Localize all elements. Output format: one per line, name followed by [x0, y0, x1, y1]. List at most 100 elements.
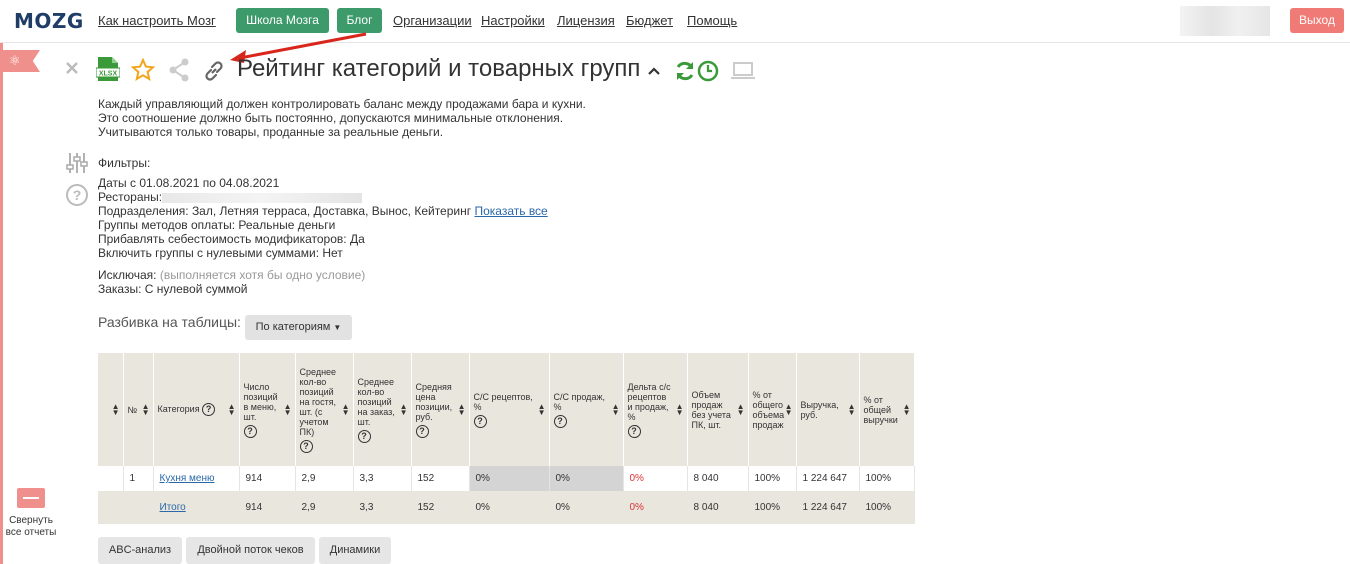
report-table: ▲ ▼ № ▲ ▼ Категория ? ▲ ▼ Число позиций в мен… [98, 353, 915, 524]
col-cost-sales[interactable]: С/С продаж, %? ▲ ▼ [549, 353, 624, 466]
share-icon[interactable] [168, 58, 190, 87]
col-num-label: № [127, 404, 138, 415]
sort-icon[interactable]: ▲ ▼ [903, 402, 911, 416]
top-navbar: MOZG Как настроить Мозг Школа Мозга Блог… [0, 0, 1350, 43]
nav-license[interactable]: Лицензия [557, 13, 615, 28]
col-delta-label: Дельта с/с рецептов и продаж, % [627, 381, 671, 422]
help-icon[interactable]: ? [627, 424, 641, 438]
filter-help-icon[interactable]: ? [65, 183, 89, 212]
nav-how-to-setup[interactable]: Как настроить Мозг [98, 13, 216, 28]
tab-double-flow[interactable]: Двойной поток чеков [186, 537, 315, 564]
tab-abc-analysis[interactable]: ABC-анализ [98, 537, 182, 564]
filter-sliders-icon[interactable] [65, 151, 89, 180]
caret-down-icon: ▼ [333, 323, 342, 332]
xlsx-export-icon[interactable]: XLSX [95, 56, 121, 87]
table-header-row: ▲ ▼ № ▲ ▼ Категория ? ▲ ▼ Число позиций в мен… [98, 353, 915, 466]
tab-dynamics[interactable]: Динамики [319, 537, 391, 564]
help-icon[interactable]: ? [553, 414, 567, 428]
nav-settings[interactable]: Настройки [481, 13, 545, 28]
chevron-up-icon[interactable] [646, 64, 662, 82]
cell-cost-sales: 0% [549, 466, 624, 491]
filter-dates: Даты с 01.08.2021 по 04.08.2021 [98, 176, 280, 190]
svg-text:?: ? [73, 187, 82, 203]
left-accent-line [0, 43, 3, 564]
row-select-cell[interactable] [98, 466, 124, 491]
filters-panel: Фильтры: Даты с 01.08.2021 по 04.08.2021… [98, 156, 548, 296]
total-category: Итого [153, 491, 240, 524]
col-revenue[interactable]: Выручка, руб. ▲ ▼ [796, 353, 860, 466]
nav-help[interactable]: Помощь [687, 13, 737, 28]
screen-icon[interactable] [731, 61, 755, 86]
col-share-revenue[interactable]: % от общей выручки ▲ ▼ [859, 353, 915, 466]
sort-icon[interactable]: ▲ ▼ [737, 402, 745, 416]
collapse-all-label: Свернуть все отчеты [5, 515, 57, 538]
cell-delta: 0% [623, 466, 688, 491]
help-icon[interactable]: ? [243, 424, 257, 438]
star-icon[interactable] [130, 57, 156, 87]
sort-icon[interactable]: ▲ ▼ [228, 402, 236, 416]
close-icon[interactable] [64, 60, 80, 81]
split-dropdown[interactable]: По категориям ▼ [245, 315, 352, 340]
sort-icon[interactable]: ▲ ▼ [676, 402, 684, 416]
col-count-label: Число позиций в меню, шт. [243, 381, 278, 422]
total-delta: 0% [623, 491, 688, 524]
help-icon[interactable]: ? [357, 429, 371, 443]
sort-icon[interactable]: ▲ ▼ [538, 402, 546, 416]
split-label: Разбивка на таблицы: [98, 314, 241, 330]
cell-num: 1 [123, 466, 154, 491]
help-icon[interactable]: ? [415, 424, 429, 438]
report-description: Каждый управляющий должен контролировать… [98, 97, 586, 139]
nav-budget[interactable]: Бюджет [626, 13, 673, 28]
collapse-all-button[interactable] [17, 488, 45, 508]
col-share-volume[interactable]: % от общего объема продаж ▲ ▼ [748, 353, 797, 466]
col-avg-guest-label: Среднее кол-во позиций на гостя, шт. (с … [299, 366, 337, 437]
split-dropdown-value: По категориям [255, 321, 331, 333]
restaurants-blurred-value [162, 192, 363, 203]
col-delta[interactable]: Дельта с/с рецептов и продаж, %? ▲ ▼ [623, 353, 688, 466]
col-avg-guest[interactable]: Среднее кол-во позиций на гостя, шт. (с … [295, 353, 354, 466]
cell-volume: 8 040 [687, 466, 749, 491]
sort-icon[interactable]: ▲ ▼ [458, 402, 466, 416]
reports-flag[interactable]: ⚛ [0, 50, 40, 72]
logout-button[interactable]: Выход [1290, 8, 1344, 33]
refresh-icon[interactable] [673, 59, 697, 88]
col-avg-price[interactable]: Средняя цена позиции, руб.? ▲ ▼ [411, 353, 470, 466]
col-category[interactable]: Категория ? ▲ ▼ [153, 353, 240, 466]
total-link[interactable]: Итого [160, 502, 186, 513]
filter-restaurants: Рестораны: [98, 190, 548, 204]
col-num[interactable]: № ▲ ▼ [123, 353, 154, 466]
cell-cost-recipe: 0% [469, 466, 550, 491]
help-icon[interactable]: ? [202, 403, 216, 416]
show-all-link[interactable]: Показать все [474, 204, 547, 218]
table-row: 1 Кухня меню 914 2,9 3,3 152 0% 0% 0% 8 … [98, 466, 915, 491]
total-revenue: 1 224 647 [796, 491, 860, 524]
col-cost-recipe[interactable]: С/С рецептов, %? ▲ ▼ [469, 353, 550, 466]
col-volume[interactable]: Объем продаж без учета ПК, шт. ▲ ▼ [687, 353, 749, 466]
cell-count: 914 [239, 466, 296, 491]
user-profile-blurred[interactable] [1180, 6, 1270, 36]
sort-icon[interactable]: ▲ ▼ [284, 402, 292, 416]
link-icon[interactable] [202, 59, 226, 88]
sort-icon[interactable]: ▲ ▼ [142, 402, 150, 416]
col-count[interactable]: Число позиций в меню, шт.? ▲ ▼ [239, 353, 296, 466]
sort-icon[interactable]: ▲ ▼ [848, 402, 856, 416]
total-avg-guest: 2,9 [295, 491, 354, 524]
sort-icon[interactable]: ▲ ▼ [612, 402, 620, 416]
schedule-clock-icon[interactable] [697, 60, 719, 87]
category-link[interactable]: Кухня меню [160, 473, 215, 484]
sort-icon[interactable]: ▲ ▼ [112, 402, 120, 416]
total-count: 914 [239, 491, 296, 524]
mozg-logo[interactable]: MOZG [14, 9, 84, 33]
sort-icon[interactable]: ▲ ▼ [785, 402, 793, 416]
nav-organizations[interactable]: Организации [393, 13, 472, 28]
sort-icon[interactable]: ▲ ▼ [400, 402, 408, 416]
total-avg-price: 152 [411, 491, 470, 524]
help-icon[interactable]: ? [299, 439, 313, 453]
sort-icon[interactable]: ▲ ▼ [342, 402, 350, 416]
cell-avg-order: 3,3 [353, 466, 412, 491]
col-avg-order[interactable]: Среднее кол-во позиций на заказ, шт.? ▲ ▼ [353, 353, 412, 466]
col-select[interactable]: ▲ ▼ [98, 353, 124, 466]
col-cost-sales-label: С/С продаж, % [553, 391, 605, 412]
help-icon[interactable]: ? [473, 414, 487, 428]
col-cost-recipe-label: С/С рецептов, % [473, 391, 533, 412]
